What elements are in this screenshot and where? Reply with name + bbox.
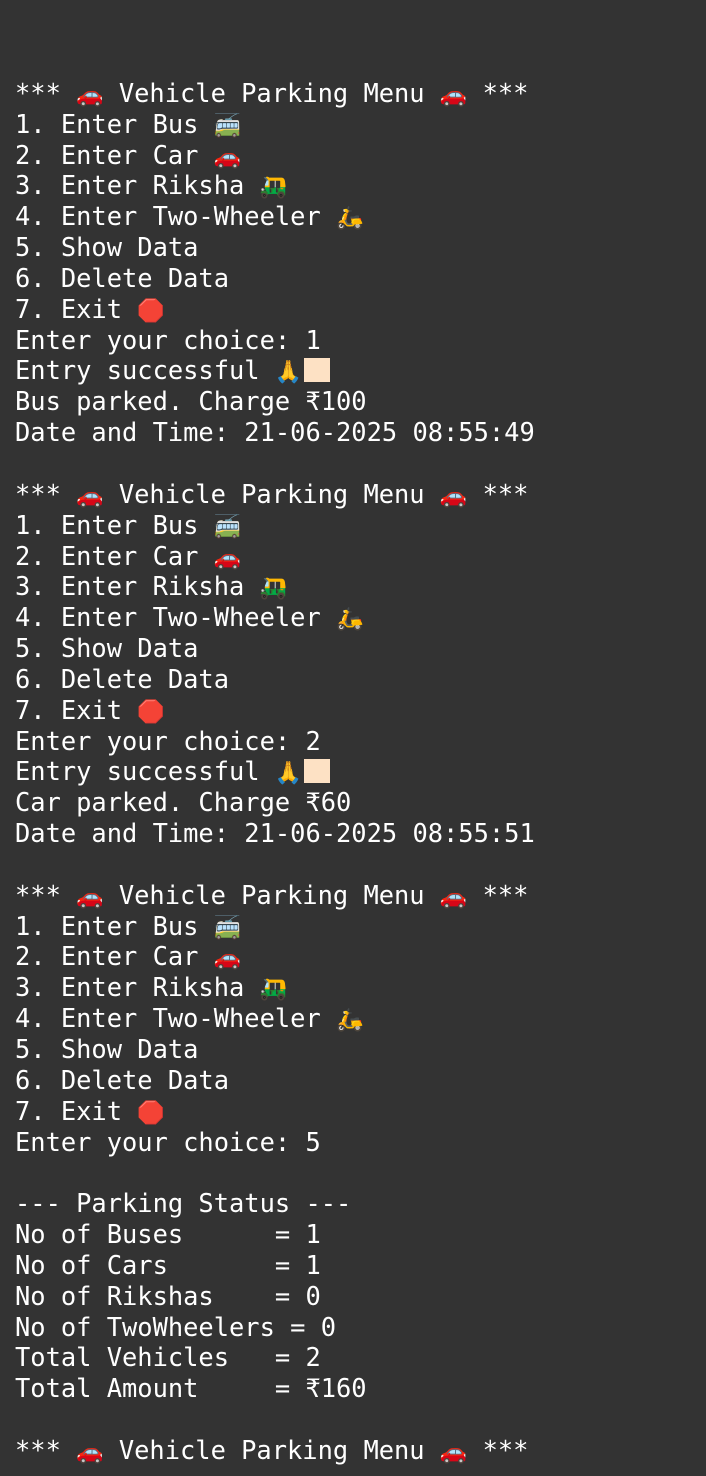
bus-icon: 🚎 [213, 915, 242, 941]
scooter-icon: 🛵 [336, 1008, 364, 1034]
entry-success-message: Entry successful 🙏 [15, 756, 706, 787]
menu-item-riksha: 3. Enter Riksha 🛺 [15, 170, 287, 201]
status-row-rikshas: No of Rikshas = 0 [15, 1280, 321, 1311]
menu-item-two-wheeler: 4. Enter Two-Wheeler 🛵 [15, 201, 364, 232]
menu-item-exit: 7. Exit 🛑 [15, 694, 165, 725]
menu-item-bus: 1. Enter Bus 🚎 [15, 509, 242, 540]
entry-success-message: Entry successful 🙏 [15, 355, 706, 386]
menu-item-delete-data: 6. Delete Data [15, 1064, 230, 1095]
menu-item-exit: 7. Exit 🛑 [15, 293, 165, 324]
car-icon: 🚗 [213, 946, 242, 972]
car-icon: 🚗 [439, 884, 468, 910]
menu-item-bus: 1. Enter Bus 🚎 [15, 108, 242, 139]
choice-prompt: Enter your choice: 2 [15, 725, 321, 756]
parked-message: Bus parked. Charge ₹100 [15, 386, 367, 417]
car-icon: 🚗 [439, 82, 468, 108]
car-icon: 🚗 [439, 483, 468, 509]
choice-prompt: Enter your choice: 1 [15, 324, 321, 355]
menu-item-show-data: 5. Show Data [15, 1034, 199, 1064]
folded-hands-icon: 🙏 [274, 360, 303, 386]
menu-title: *** 🚗 Vehicle Parking Menu 🚗 *** [15, 1434, 529, 1465]
datetime-line: Date and Time: 21-06-2025 08:55:49 [15, 417, 535, 448]
menu-item-car: 2. Enter Car 🚗 [15, 139, 242, 170]
scooter-icon: 🛵 [336, 607, 364, 633]
menu-item-delete-data: 6. Delete Data [15, 262, 230, 293]
parked-message: Car parked. Charge ₹60 [15, 787, 352, 818]
menu-title: *** 🚗 Vehicle Parking Menu 🚗 *** [15, 879, 529, 910]
car-icon: 🚗 [213, 545, 242, 571]
car-icon: 🚗 [76, 884, 104, 910]
menu-item-delete-data: 6. Delete Data [15, 663, 230, 694]
choice-prompt: Enter your choice: 5 [15, 1126, 321, 1157]
terminal-output[interactable]: *** 🚗 Vehicle Parking Menu 🚗 *** 1. Ente… [0, 0, 706, 1476]
car-icon: 🚗 [76, 483, 104, 509]
menu-item-two-wheeler: 4. Enter Two-Wheeler 🛵 [15, 1003, 364, 1034]
stop-sign-icon: 🛑 [137, 298, 165, 324]
status-row-cars: No of Cars = 1 [15, 1249, 321, 1280]
menu-item-bus: 1. Enter Bus 🚎 [15, 910, 242, 941]
skin-tone-modifier-icon [304, 358, 331, 383]
auto-rickshaw-icon: 🛺 [259, 977, 287, 1003]
stop-sign-icon: 🛑 [137, 1100, 165, 1126]
bus-icon: 🚎 [213, 113, 242, 139]
stop-sign-icon: 🛑 [137, 699, 165, 725]
menu-item-show-data: 5. Show Data [15, 232, 199, 263]
skin-tone-modifier-icon [304, 759, 331, 784]
car-icon: 🚗 [439, 1439, 468, 1465]
menu-item-exit: 7. Exit 🛑 [15, 1095, 165, 1126]
datetime-line: Date and Time: 21-06-2025 08:55:51 [15, 818, 535, 849]
auto-rickshaw-icon: 🛺 [259, 576, 287, 602]
car-icon: 🚗 [76, 1439, 104, 1465]
status-row-total-vehicles: Total Vehicles = 2 [15, 1342, 321, 1373]
car-icon: 🚗 [76, 82, 104, 108]
scooter-icon: 🛵 [336, 206, 364, 232]
bus-icon: 🚎 [213, 514, 242, 540]
menu-title: *** 🚗 Vehicle Parking Menu 🚗 *** [15, 478, 529, 509]
auto-rickshaw-icon: 🛺 [259, 175, 287, 201]
status-header: --- Parking Status --- [15, 1188, 352, 1219]
status-row-two-wheelers: No of TwoWheelers = 0 [15, 1311, 337, 1342]
folded-hands-icon: 🙏 [274, 761, 303, 787]
menu-item-two-wheeler: 4. Enter Two-Wheeler 🛵 [15, 602, 364, 633]
car-icon: 🚗 [213, 144, 242, 170]
menu-item-riksha: 3. Enter Riksha 🛺 [15, 972, 287, 1003]
status-row-buses: No of Buses = 1 [15, 1219, 321, 1250]
menu-item-car: 2. Enter Car 🚗 [15, 540, 242, 571]
menu-item-show-data: 5. Show Data [15, 633, 199, 664]
menu-title: *** 🚗 Vehicle Parking Menu 🚗 *** [15, 77, 529, 108]
status-row-total-amount: Total Amount = ₹160 [15, 1373, 367, 1404]
menu-item-car: 2. Enter Car 🚗 [15, 941, 242, 972]
menu-item-riksha: 3. Enter Riksha 🛺 [15, 571, 287, 602]
